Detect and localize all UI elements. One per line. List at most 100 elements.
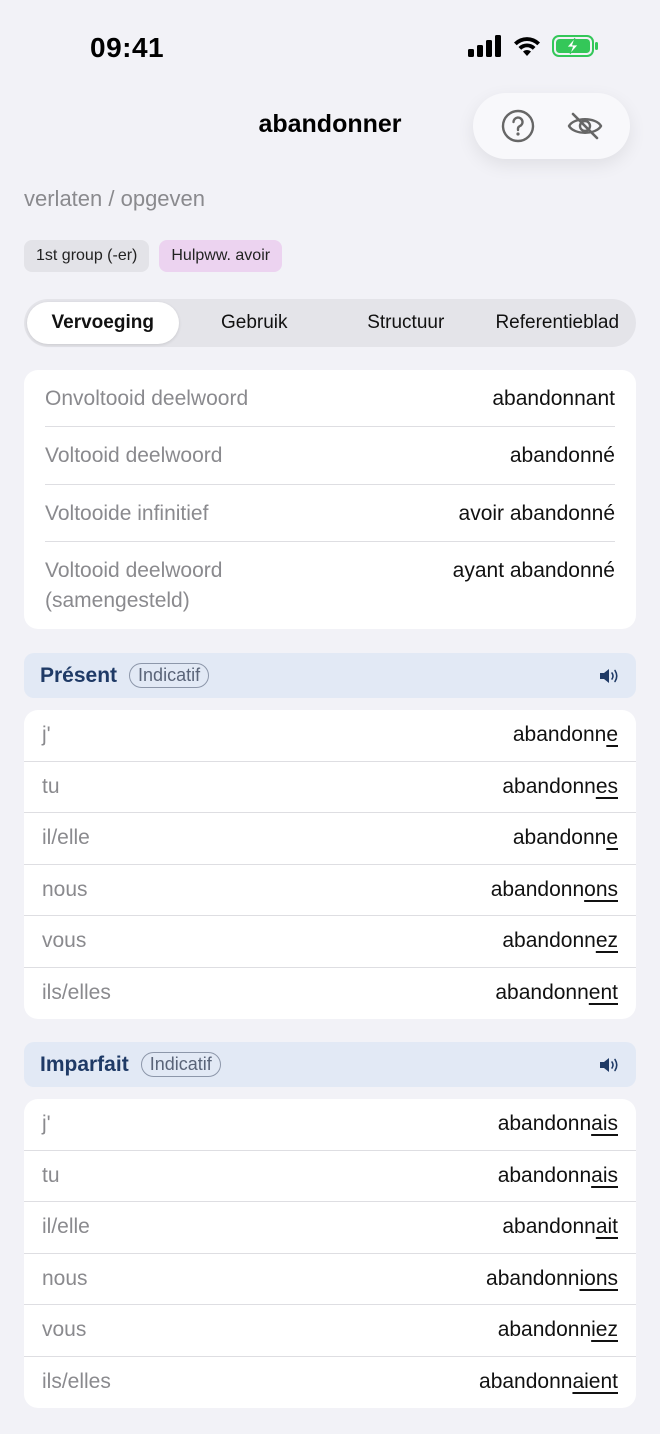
pronoun: vous [42, 929, 87, 953]
verb-ending: ent [588, 981, 618, 1005]
verb-form: abandonne [513, 723, 618, 747]
verb-form: abandonnent [495, 981, 618, 1005]
participle-value: abandonné [509, 444, 615, 467]
verb-badges: 1st group (-er) Hulpww. avoir [24, 240, 283, 272]
participle-label: Voltooid deelwoord (samengesteld) [45, 559, 223, 612]
verb-ending: ais [591, 1112, 618, 1136]
tense-header-present[interactable]: Présent Indicatif [24, 653, 636, 698]
pronoun: il/elle [42, 1215, 90, 1239]
question-circle-icon [502, 109, 535, 143]
tense-header-imparfait[interactable]: Imparfait Indicatif [24, 1042, 636, 1087]
verb-ending: ait [595, 1215, 618, 1239]
pronoun: vous [42, 1318, 87, 1342]
verb-stem: abandonn [486, 1266, 580, 1290]
participle-row: Voltooide infinitief avoir abandonné [45, 485, 615, 542]
verb-form: abandonniez [498, 1318, 618, 1342]
verb-stem: abandonn [497, 1112, 592, 1136]
verb-ending: ions [579, 1266, 618, 1290]
pronoun: tu [42, 774, 60, 798]
eye-slash-icon [567, 112, 602, 140]
verb-form: abandonnaient [479, 1370, 618, 1394]
verb-stem: abandonn [502, 1215, 596, 1239]
participle-label: Voltooid deelwoord [45, 444, 223, 467]
verb-ending: iez [591, 1318, 618, 1342]
verb-form: abandonne [513, 826, 618, 850]
pronoun: ils/elles [42, 1370, 111, 1394]
pronoun: j' [42, 1112, 51, 1136]
verb-stem: abandonn [497, 1318, 592, 1342]
pronoun: tu [42, 1163, 60, 1187]
verb-stem: abandonn [502, 929, 596, 953]
conjugation-row: il/elle abandonne [24, 813, 636, 865]
tab-structuur[interactable]: Structuur [330, 302, 482, 344]
verb-form: abandonnez [502, 929, 618, 953]
participle-row: Voltooid deelwoord (samengesteld) ayant … [45, 542, 615, 629]
conjugation-row: tu abandonnais [24, 1151, 636, 1202]
verb-stem: abandonn [512, 826, 607, 850]
pronoun: nous [42, 1266, 88, 1290]
conjugation-row: ils/elles abandonnent [24, 968, 636, 1020]
participle-row: Onvoltooid deelwoord abandonnant [45, 370, 615, 427]
conjugation-row: nous abandonnions [24, 1254, 636, 1305]
status-icons [468, 34, 600, 58]
verb-ending: ons [584, 877, 618, 901]
verb-ending: ais [591, 1163, 618, 1187]
mood-badge: Indicatif [129, 663, 210, 688]
tab-referentieblad[interactable]: Referentieblad [482, 302, 634, 344]
conjugation-screen: 09:41 abandonner verlaten / opgeven 1st … [0, 0, 660, 1434]
conjugation-row: j' abandonne [24, 710, 636, 762]
participles-card: Onvoltooid deelwoord abandonnant Voltooi… [24, 370, 636, 629]
participle-label: Onvoltooid deelwoord [45, 387, 249, 410]
verb-form: abandonnes [502, 775, 618, 799]
conjugation-row: nous abandonnons [24, 865, 636, 916]
conjugation-row: il/elle abandonnait [24, 1202, 636, 1254]
speaker-icon[interactable] [598, 1054, 620, 1076]
pronoun: j' [42, 723, 51, 747]
help-button[interactable] [494, 102, 542, 150]
present-conjugation-table: j' abandonne tu abandonnes il/elle abandonn… [24, 710, 636, 1019]
verb-ending: es [595, 774, 618, 798]
cellular-signal-icon [468, 35, 501, 57]
participle-label: Voltooide infinitief [45, 502, 209, 525]
translation-text: verlaten / opgeven [24, 186, 206, 211]
verb-ending: e [606, 723, 618, 747]
participle-value: avoir abandonné [458, 502, 615, 525]
verb-form: abandonnons [491, 878, 618, 902]
conjugation-row: j' abandonnais [24, 1099, 636, 1151]
tense-title: Présent [40, 663, 118, 687]
verb-ending: e [606, 826, 618, 850]
verb-stem: abandonn [490, 877, 585, 901]
hide-forms-button[interactable] [561, 102, 609, 150]
conjugation-row: tu abandonnes [24, 762, 636, 813]
participle-row: Voltooid deelwoord abandonné [45, 427, 615, 485]
status-bar: 09:41 [0, 0, 660, 90]
verb-stem: abandonn [497, 1163, 592, 1187]
verb-form: abandonnais [498, 1112, 618, 1136]
pronoun: nous [42, 877, 88, 901]
verb-form: abandonnait [502, 1215, 618, 1239]
tab-gebruik[interactable]: Gebruik [179, 302, 331, 344]
group-badge: 1st group (-er) [24, 240, 150, 272]
conjugation-row: ils/elles abandonnaient [24, 1357, 636, 1409]
participle-value: abandonnant [492, 387, 615, 410]
section-tabs: Vervoeging Gebruik Structuur Referentieb… [24, 299, 636, 347]
pronoun: il/elle [42, 826, 90, 850]
verb-stem: abandonn [502, 774, 596, 798]
verb-stem: abandonn [495, 981, 589, 1005]
verb-stem: abandonn [479, 1370, 573, 1394]
verb-form: abandonnais [498, 1164, 618, 1188]
participle-value: ayant abandonné [452, 559, 615, 582]
imparfait-conjugation-table: j' abandonnais tu abandonnais il/elle aband… [24, 1099, 636, 1408]
verb-ending: ez [595, 929, 618, 953]
verb-form: abandonnions [486, 1267, 618, 1291]
mood-badge: Indicatif [140, 1052, 221, 1077]
pronoun: ils/elles [42, 981, 111, 1005]
status-time: 09:41 [90, 32, 165, 63]
tab-vervoeging[interactable]: Vervoeging [27, 302, 179, 344]
conjugation-row: vous abandonniez [24, 1305, 636, 1357]
auxiliary-badge: Hulpww. avoir [159, 240, 283, 272]
conjugation-row: vous abandonnez [24, 916, 636, 968]
speaker-icon[interactable] [598, 665, 620, 687]
battery-charging-icon [552, 35, 598, 57]
nav-actions [473, 93, 630, 159]
